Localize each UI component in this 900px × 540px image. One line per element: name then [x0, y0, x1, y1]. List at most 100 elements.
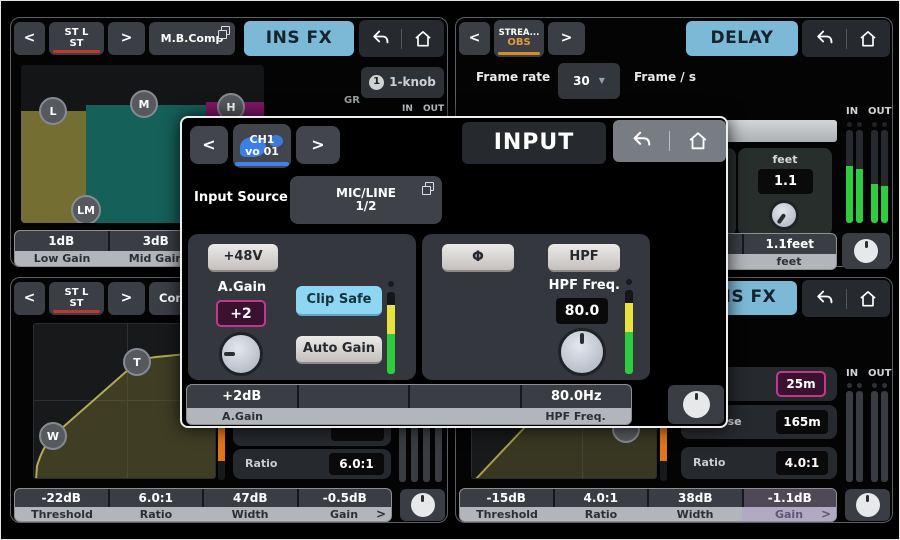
- in-meter: [856, 130, 863, 223]
- param-value[interactable]: 1dB: [15, 231, 108, 251]
- peak-dot: [847, 122, 852, 127]
- width-handle[interactable]: W: [39, 422, 67, 450]
- param-value[interactable]: [297, 385, 409, 408]
- ratio-row[interactable]: Ratio 6.0:1: [233, 449, 391, 479]
- param-value[interactable]: +2dB: [187, 385, 297, 408]
- row-label: Ratio: [693, 456, 725, 469]
- frame-rate-dropdown[interactable]: 30 ▼: [558, 63, 620, 99]
- undo-icon[interactable]: [814, 29, 834, 49]
- low-mid-xover-handle[interactable]: LM: [71, 195, 101, 223]
- block-select-button[interactable]: M.B.Comp: [149, 22, 235, 55]
- param-value[interactable]: 1.1feet: [742, 234, 837, 254]
- hpf-freq-label: HPF Freq.: [520, 278, 620, 293]
- channel-select-button[interactable]: ST L ST: [49, 282, 104, 315]
- undo-icon[interactable]: [814, 289, 834, 309]
- knob-icon: [856, 493, 880, 517]
- touch-knob-button[interactable]: [668, 385, 724, 424]
- touch-knob-button[interactable]: [842, 233, 890, 269]
- param-label: Threshold: [460, 507, 554, 521]
- channel-select-button[interactable]: STREA... OBS: [494, 20, 544, 57]
- touch-knob-button[interactable]: [400, 489, 445, 521]
- out-meter: [871, 130, 878, 223]
- hpf-button[interactable]: HPF: [548, 244, 620, 272]
- peak-dot: [857, 383, 862, 388]
- one-knob-button[interactable]: 1 1-knob: [361, 67, 444, 98]
- handle-letter: M: [139, 98, 150, 111]
- input-popup: < CH1 vo 01 > INPUT Input Source MIC/LIN…: [180, 116, 728, 428]
- next-arrow: >: [561, 31, 573, 46]
- param-value[interactable]: [408, 385, 520, 408]
- clip-safe-button[interactable]: Clip Safe: [296, 286, 382, 316]
- param-label: Width: [203, 507, 297, 521]
- param-value[interactable]: 47dB: [202, 489, 297, 507]
- prev-channel-button[interactable]: <: [459, 22, 490, 55]
- next-channel-button[interactable]: >: [296, 126, 340, 164]
- prev-arrow: <: [202, 137, 215, 154]
- undo-icon[interactable]: [630, 130, 652, 152]
- auto-gain-button[interactable]: Auto Gain: [296, 336, 382, 364]
- param-value[interactable]: -15dB: [460, 489, 553, 507]
- knob-icon: [854, 239, 878, 263]
- input-source-select[interactable]: MIC/LINE 1/2: [290, 176, 442, 224]
- param-value-selected[interactable]: -1.1dB: [742, 489, 837, 507]
- home-icon[interactable]: [687, 130, 709, 152]
- param-value[interactable]: -0.5dB: [297, 489, 392, 507]
- undo-icon[interactable]: [370, 29, 390, 49]
- low-band-handle[interactable]: L: [39, 97, 67, 125]
- mid-band-handle[interactable]: M: [130, 90, 158, 118]
- feet-panel: feet 1.1: [738, 148, 832, 236]
- feet-knob[interactable]: [769, 200, 799, 230]
- in-label: IN: [846, 106, 858, 117]
- out-meter: [871, 391, 878, 482]
- home-icon[interactable]: [858, 289, 878, 309]
- param-label: feet: [742, 254, 836, 269]
- next-channel-button[interactable]: >: [108, 22, 145, 55]
- feet-value[interactable]: 1.1: [758, 169, 813, 194]
- more-params-chevron[interactable]: >: [821, 507, 831, 521]
- param-value[interactable]: 4.0:1: [553, 489, 648, 507]
- next-channel-button[interactable]: >: [548, 22, 585, 55]
- next-channel-button[interactable]: >: [108, 282, 145, 315]
- handle-letter: H: [226, 101, 235, 114]
- param-value[interactable]: 80.0Hz: [520, 385, 632, 408]
- param-value[interactable]: -22dB: [15, 489, 108, 507]
- next-arrow: >: [311, 137, 324, 154]
- channel-name-2: ST: [69, 39, 83, 50]
- threshold-handle[interactable]: T: [123, 348, 151, 376]
- next-arrow: >: [121, 291, 133, 306]
- handle-letter: LM: [77, 204, 95, 217]
- again-knob[interactable]: [219, 332, 263, 376]
- peak-dot: [847, 383, 852, 388]
- copy-icon: [425, 182, 434, 191]
- prev-channel-button[interactable]: <: [14, 22, 45, 55]
- home-icon[interactable]: [858, 29, 878, 49]
- channel-select-button[interactable]: ST L ST: [49, 22, 104, 55]
- gain-section: +48V A.Gain +2 Clip Safe Auto Gain: [188, 234, 416, 380]
- active-underline: [53, 310, 100, 313]
- gr-label: GR: [344, 95, 360, 106]
- more-params-chevron[interactable]: >: [376, 507, 386, 521]
- popup-title-text: INPUT: [494, 131, 575, 154]
- dropdown-arrow-icon: ▼: [599, 77, 605, 85]
- peak-dot: [872, 122, 877, 127]
- hpf-freq-knob[interactable]: [558, 328, 606, 376]
- hpf-freq-value-box[interactable]: 80.0: [556, 298, 608, 324]
- channel-select-button[interactable]: CH1 vo 01: [233, 124, 291, 168]
- touch-knob-button[interactable]: [845, 489, 890, 521]
- prev-channel-button[interactable]: <: [190, 126, 228, 164]
- param-label: HPF Freq.: [520, 408, 631, 424]
- param-value[interactable]: 6.0:1: [108, 489, 203, 507]
- again-value-box[interactable]: +2: [216, 300, 266, 327]
- row-label: Ratio: [245, 457, 277, 470]
- prev-channel-button[interactable]: <: [14, 282, 45, 315]
- phase-button[interactable]: Φ: [442, 244, 514, 272]
- in-meter: [846, 391, 853, 482]
- home-icon[interactable]: [413, 29, 433, 49]
- param-value[interactable]: 38dB: [647, 489, 742, 507]
- out-meter: [881, 130, 888, 223]
- ratio-row[interactable]: Ratio 4.0:1: [681, 447, 837, 479]
- knob-tick: [561, 331, 603, 373]
- active-underline: [235, 162, 289, 166]
- param-label: Width: [648, 507, 742, 521]
- phantom-48v-button[interactable]: +48V: [208, 244, 278, 272]
